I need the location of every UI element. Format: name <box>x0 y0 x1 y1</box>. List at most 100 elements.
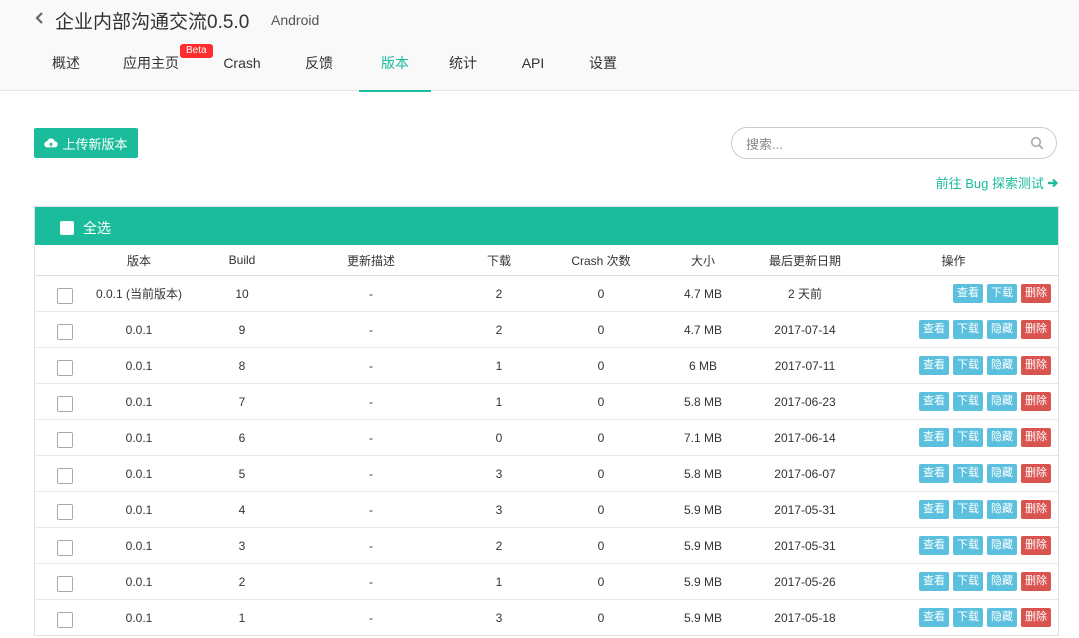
table-row: 0.0.1 2-1 0 5.9 MB 2017-05-26 查看 下载 隐藏 删除 <box>35 563 1058 600</box>
cell-actions: 查看 下载 隐藏 删除 <box>849 419 1058 456</box>
row-checkbox[interactable] <box>57 431 73 448</box>
view-button[interactable]: 查看 <box>919 536 949 555</box>
download-button[interactable]: 下载 <box>953 356 983 375</box>
delete-button[interactable]: 删除 <box>1021 392 1051 411</box>
download-button[interactable]: 下载 <box>953 320 983 339</box>
header-downloads: 下载 <box>441 245 557 276</box>
cell-crashes: 0 <box>557 419 645 456</box>
tab-api[interactable]: API <box>501 40 565 90</box>
table-header-row: 版本 Build 更新描述 下载 Crash 次数 大小 最后更新日期 操作 <box>35 245 1058 276</box>
hide-button[interactable]: 隐藏 <box>987 500 1017 519</box>
bug-explore-link[interactable]: 前往 Bug 探索测试 <box>936 173 1059 192</box>
versions-panel: 全选 版本 Build 更新描述 下载 Crash 次数 大小 最后更新日期 操… <box>34 206 1059 636</box>
cell-actions: 查看 下载 隐藏 删除 <box>849 383 1058 420</box>
view-button[interactable]: 查看 <box>953 284 983 303</box>
download-button[interactable]: 下载 <box>953 500 983 519</box>
download-button[interactable]: 下载 <box>953 572 983 591</box>
view-button[interactable]: 查看 <box>919 392 949 411</box>
search-input[interactable] <box>744 134 1028 154</box>
download-button[interactable]: 下载 <box>953 536 983 555</box>
delete-button[interactable]: 删除 <box>1021 536 1051 555</box>
cell-description: - <box>301 491 441 528</box>
delete-button[interactable]: 删除 <box>1021 572 1051 591</box>
view-button[interactable]: 查看 <box>919 320 949 339</box>
cell-date: 2017-05-31 <box>761 491 849 528</box>
cell-date: 2017-06-23 <box>761 383 849 420</box>
cell-build: 2 <box>183 563 301 600</box>
tab-feedback[interactable]: 反馈 <box>287 40 351 90</box>
hide-button[interactable]: 隐藏 <box>987 392 1017 411</box>
delete-button[interactable]: 删除 <box>1021 464 1051 483</box>
row-checkbox[interactable] <box>57 611 73 628</box>
hide-button[interactable]: 隐藏 <box>987 464 1017 483</box>
cell-size: 5.9 MB <box>645 527 761 564</box>
download-button[interactable]: 下载 <box>953 464 983 483</box>
delete-button[interactable]: 删除 <box>1021 500 1051 519</box>
tab-overview[interactable]: 概述 <box>34 40 98 90</box>
hide-button[interactable]: 隐藏 <box>987 320 1017 339</box>
cell-downloads: 3 <box>441 599 557 635</box>
cell-size: 5.9 MB <box>645 599 761 635</box>
select-all-checkbox[interactable] <box>60 221 74 235</box>
cell-crashes: 0 <box>557 599 645 635</box>
cell-size: 5.8 MB <box>645 383 761 420</box>
view-button[interactable]: 查看 <box>919 356 949 375</box>
cell-downloads: 2 <box>441 275 557 312</box>
tab-stats[interactable]: 统计 <box>431 40 495 90</box>
row-checkbox[interactable] <box>57 359 73 376</box>
tab-settings[interactable]: 设置 <box>571 40 635 90</box>
row-checkbox-cell <box>35 563 95 600</box>
download-button[interactable]: 下载 <box>953 608 983 627</box>
delete-button[interactable]: 删除 <box>1021 608 1051 627</box>
tab-app-home[interactable]: 应用主页 <box>115 40 187 90</box>
row-checkbox[interactable] <box>57 323 73 340</box>
search-box <box>731 127 1057 159</box>
cell-build: 3 <box>183 527 301 564</box>
cell-date: 2017-07-14 <box>761 311 849 348</box>
delete-button[interactable]: 删除 <box>1021 320 1051 339</box>
hide-button[interactable]: 隐藏 <box>987 572 1017 591</box>
cell-description: - <box>301 383 441 420</box>
cell-date: 2017-06-07 <box>761 455 849 492</box>
view-button[interactable]: 查看 <box>919 572 949 591</box>
hide-button[interactable]: 隐藏 <box>987 536 1017 555</box>
tab-versions[interactable]: 版本 <box>359 40 431 92</box>
view-button[interactable]: 查看 <box>919 608 949 627</box>
cell-build: 1 <box>183 599 301 635</box>
download-button[interactable]: 下载 <box>953 392 983 411</box>
cell-actions: 查看 下载 隐藏 删除 <box>849 563 1058 600</box>
cell-version: 0.0.1 <box>95 563 183 600</box>
chevron-left-icon[interactable] <box>34 12 46 24</box>
tab-crash[interactable]: Crash <box>210 40 274 90</box>
table-row: 0.0.1 7-1 0 5.8 MB 2017-06-23 查看 下载 隐藏 删除 <box>35 383 1058 420</box>
hide-button[interactable]: 隐藏 <box>987 356 1017 375</box>
row-checkbox[interactable] <box>57 503 73 520</box>
cell-downloads: 3 <box>441 491 557 528</box>
cell-size: 7.1 MB <box>645 419 761 456</box>
cell-crashes: 0 <box>557 275 645 312</box>
row-checkbox[interactable] <box>57 539 73 556</box>
cell-version: 0.0.1 <box>95 311 183 348</box>
row-checkbox-cell <box>35 599 95 635</box>
cell-actions: 查看 下载 隐藏 删除 <box>849 347 1058 384</box>
view-button[interactable]: 查看 <box>919 464 949 483</box>
search-icon[interactable] <box>1030 136 1044 150</box>
hide-button[interactable]: 隐藏 <box>987 428 1017 447</box>
delete-button[interactable]: 删除 <box>1021 428 1051 447</box>
cell-date: 2017-06-14 <box>761 419 849 456</box>
row-checkbox[interactable] <box>57 575 73 592</box>
row-checkbox[interactable] <box>57 287 73 304</box>
row-checkbox[interactable] <box>57 395 73 412</box>
header-checkbox-col <box>35 245 95 276</box>
view-button[interactable]: 查看 <box>919 500 949 519</box>
upload-version-button[interactable]: 上传新版本 <box>34 128 138 158</box>
delete-button[interactable]: 删除 <box>1021 356 1051 375</box>
delete-button[interactable]: 删除 <box>1021 284 1051 303</box>
download-button[interactable]: 下载 <box>953 428 983 447</box>
view-button[interactable]: 查看 <box>919 428 949 447</box>
row-checkbox[interactable] <box>57 467 73 484</box>
cloud-upload-icon <box>44 138 59 148</box>
hide-button[interactable]: 隐藏 <box>987 608 1017 627</box>
download-button[interactable]: 下载 <box>987 284 1017 303</box>
table-row: 0.0.1 1-3 0 5.9 MB 2017-05-18 查看 下载 隐藏 删除 <box>35 599 1058 635</box>
